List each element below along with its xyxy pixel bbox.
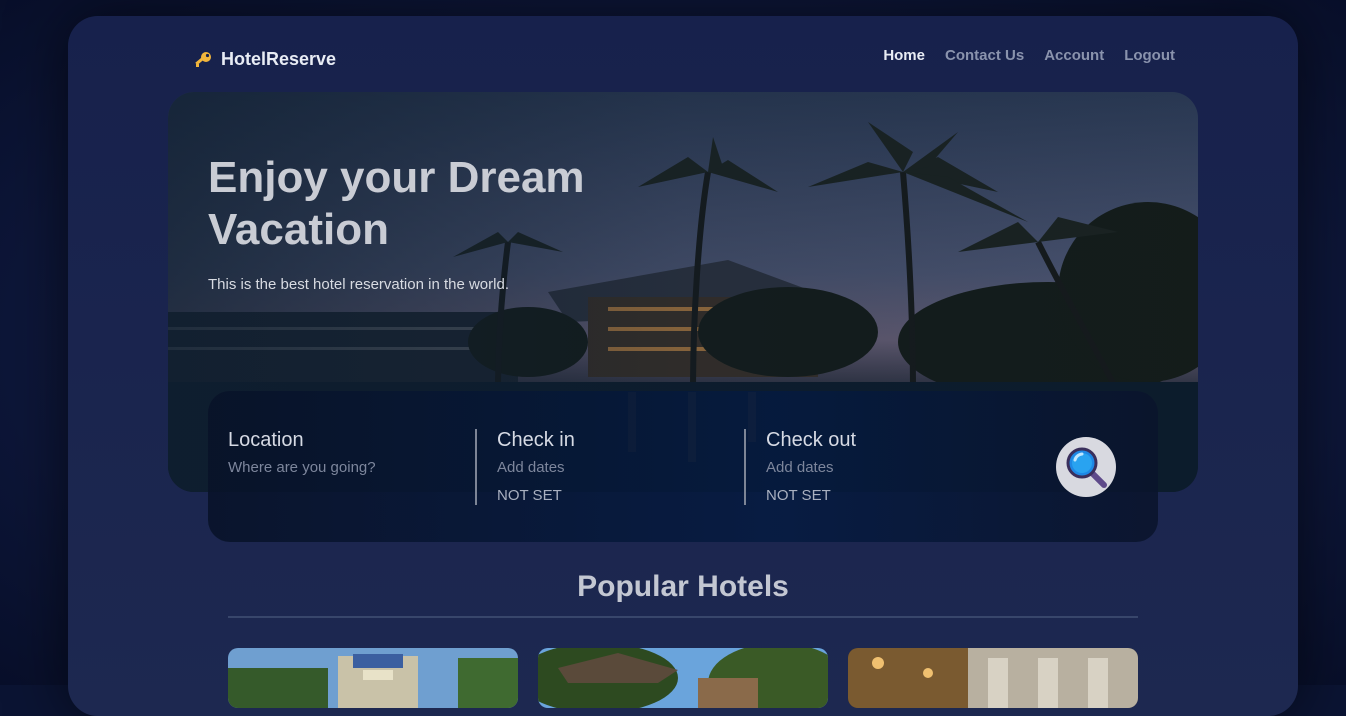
check-in-field[interactable]: Check in Add dates NOT SET	[497, 429, 575, 504]
location-field[interactable]: Location Where are you going?	[228, 429, 376, 476]
check-in-value: NOT SET	[497, 487, 562, 504]
nav-link-home[interactable]: Home	[883, 47, 925, 64]
check-out-input[interactable]: Add dates	[766, 459, 856, 476]
brand-logo[interactable]: HotelReserve	[193, 49, 336, 70]
popular-hotels-title: Popular Hotels	[577, 570, 789, 603]
location-label: Location	[228, 429, 304, 451]
field-divider	[744, 429, 746, 505]
nav-link-account[interactable]: Account	[1044, 47, 1104, 64]
check-out-label: Check out	[766, 429, 857, 451]
hero-title: Enjoy your Dream Vacation	[208, 153, 585, 254]
hotel-image	[538, 648, 828, 708]
field-divider	[475, 429, 477, 505]
magnifier-icon	[1066, 447, 1107, 488]
hotel-image	[848, 648, 1138, 708]
check-in-input[interactable]: Add dates	[497, 459, 575, 476]
check-in-label: Check in	[497, 429, 575, 451]
nav-link-contact-us[interactable]: Contact Us	[945, 47, 1024, 64]
check-out-field[interactable]: Check out Add dates NOT SET	[766, 429, 856, 504]
check-out-value: NOT SET	[766, 487, 831, 504]
key-icon	[193, 50, 213, 70]
hotel-card[interactable]	[848, 648, 1138, 708]
hero-subtitle: This is the best hotel reservation in th…	[208, 276, 509, 293]
search-button[interactable]	[1056, 437, 1116, 497]
location-input[interactable]: Where are you going?	[228, 459, 376, 476]
section-divider	[228, 616, 1138, 618]
search-bar: Location Where are you going? Check in A…	[208, 391, 1158, 542]
hotel-image	[228, 648, 518, 708]
brand-name: HotelReserve	[221, 49, 337, 69]
main-nav: Home Contact Us Account Logout	[883, 47, 1175, 64]
hotel-card[interactable]	[538, 648, 828, 708]
nav-link-logout[interactable]: Logout	[1124, 47, 1175, 64]
hotel-card[interactable]	[228, 648, 518, 708]
